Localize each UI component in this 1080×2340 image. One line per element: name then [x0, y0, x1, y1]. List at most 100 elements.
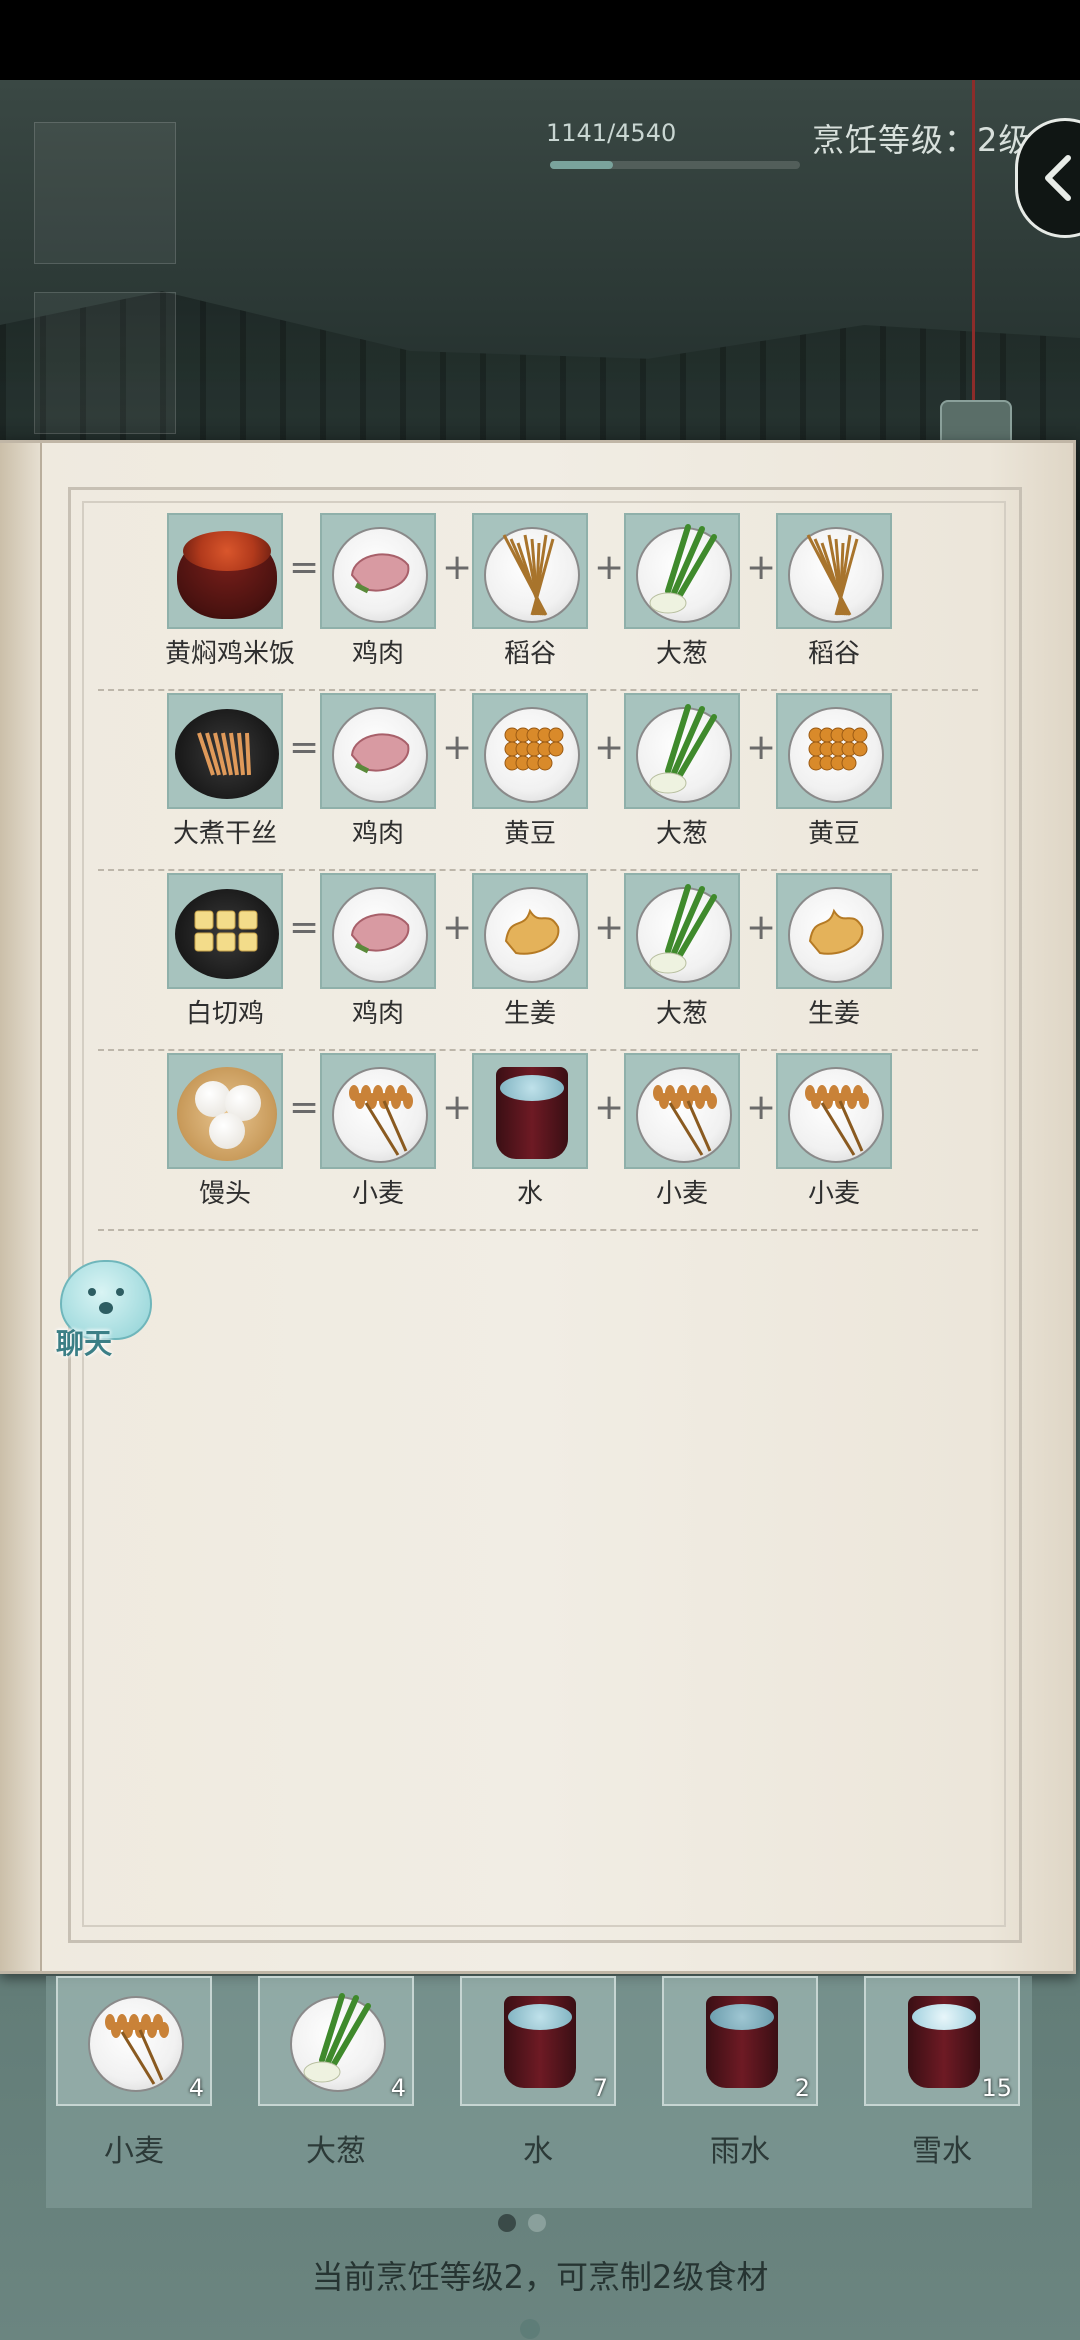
plus-sign: +	[594, 1087, 625, 1128]
recipe-divider	[98, 1049, 978, 1051]
ingredient-icon	[776, 693, 892, 809]
recipe-book: 黄焖鸡米饭 = 鸡肉 + 稻谷 + 大葱 + 稻谷 大煮干丝 = 鸡肉 + 黄豆 + 大葱 + 黄豆 白切鸡 = 鸡肉 +…	[0, 440, 1076, 2339]
inventory-page-dot[interactable]	[528, 2214, 546, 2232]
plus-sign: +	[594, 547, 625, 588]
ingredient-name: 鸡肉	[351, 999, 404, 1029]
ingredient-name: 小麦	[351, 1179, 404, 1209]
ingredient-icon	[624, 513, 740, 629]
ingredient-icon	[320, 873, 436, 989]
plus-sign: +	[746, 1087, 777, 1128]
ingredient-icon	[624, 693, 740, 809]
footer-message: 当前烹饪等级2，可烹制2级食材	[311, 2258, 769, 2296]
inventory-item-icon	[684, 1984, 800, 2100]
ingredient-cell[interactable]: 大葱	[622, 693, 742, 850]
recipe-row: 大煮干丝 = 鸡肉 + 黄豆 + 大葱 + 黄豆	[0, 693, 1076, 873]
ingredient-icon	[776, 873, 892, 989]
ingredient-cell[interactable]: 大葱	[622, 873, 742, 1030]
inventory-count: 2	[794, 2074, 810, 2102]
top-left-slot-2[interactable]	[34, 292, 176, 434]
top-left-slot-1[interactable]	[34, 122, 176, 264]
inventory-count: 7	[592, 2074, 608, 2102]
recipe-row: 白切鸡 = 鸡肉 + 生姜 + 大葱 + 生姜	[0, 873, 1076, 1053]
ingredient-cell[interactable]: 稻谷	[470, 513, 590, 670]
chat-button[interactable]: 聊天	[42, 1260, 154, 1360]
equals-sign: =	[289, 727, 320, 768]
ingredient-name: 鸡肉	[351, 639, 404, 669]
plus-sign: +	[746, 907, 777, 948]
inventory-slot[interactable]: 15	[864, 1976, 1020, 2106]
dish-name: 黄焖鸡米饭	[165, 639, 296, 669]
recipe-row: 馒头 = 小麦 + 水 + 小麦 + 小麦	[0, 1053, 1076, 1233]
ingredient-name: 小麦	[807, 1179, 860, 1209]
ingredient-name: 大葱	[655, 999, 708, 1029]
dish-cell[interactable]: 大煮干丝	[165, 693, 285, 850]
plus-sign: +	[746, 547, 777, 588]
dish-name: 白切鸡	[185, 999, 264, 1029]
dish-cell[interactable]: 馒头	[165, 1053, 285, 1210]
inventory-slot[interactable]: 7	[460, 1976, 616, 2106]
chat-label: 聊天	[56, 1327, 113, 1360]
ingredient-cell[interactable]: 小麦	[318, 1053, 438, 1210]
ingredient-cell[interactable]: 鸡肉	[318, 513, 438, 670]
inventory-item-name: 雨水	[710, 2134, 770, 2169]
plus-sign: +	[442, 1087, 473, 1128]
ingredient-icon	[320, 693, 436, 809]
ingredient-icon	[624, 873, 740, 989]
dish-name: 大煮干丝	[172, 819, 277, 849]
ingredient-name: 鸡肉	[351, 819, 404, 849]
inventory-page-dot[interactable]	[498, 2214, 516, 2232]
ingredient-cell[interactable]: 生姜	[470, 873, 590, 1030]
recipe-row: 黄焖鸡米饭 = 鸡肉 + 稻谷 + 大葱 + 稻谷	[0, 513, 1076, 693]
experience-progress: 1141/4540 烹饪等级：2级	[540, 115, 1060, 175]
ingredient-cell[interactable]: 黄豆	[470, 693, 590, 850]
recipe-divider	[98, 1229, 978, 1231]
ingredient-cell[interactable]: 生姜	[774, 873, 894, 1030]
ingredient-icon	[776, 1053, 892, 1169]
dish-icon	[167, 873, 283, 989]
inventory-item-name: 水	[523, 2134, 553, 2169]
equals-sign: =	[289, 1087, 320, 1128]
plus-sign: +	[442, 907, 473, 948]
ingredient-cell[interactable]: 鸡肉	[318, 693, 438, 850]
inventory-count: 4	[390, 2074, 406, 2102]
ingredient-name: 黄豆	[807, 819, 860, 849]
ingredient-cell[interactable]: 鸡肉	[318, 873, 438, 1030]
plus-sign: +	[594, 907, 625, 948]
ingredient-inventory: 4 小麦 4 大葱 7 水 2 雨水 15 雪水	[46, 1976, 1032, 2208]
ingredient-name: 大葱	[655, 819, 708, 849]
inventory-item-name: 大葱	[306, 2134, 366, 2169]
status-bar	[0, 0, 1080, 80]
ingredient-cell[interactable]: 小麦	[622, 1053, 742, 1210]
hanging-string	[972, 80, 975, 410]
ingredient-name: 黄豆	[503, 819, 556, 849]
ingredient-name: 小麦	[655, 1179, 708, 1209]
experience-bar	[550, 161, 800, 169]
ingredient-icon	[472, 1053, 588, 1169]
plus-sign: +	[746, 727, 777, 768]
inventory-slot[interactable]: 4	[56, 1976, 212, 2106]
dish-name: 馒头	[198, 1179, 251, 1209]
ingredient-cell[interactable]: 大葱	[622, 513, 742, 670]
equals-sign: =	[289, 547, 320, 588]
inventory-slot[interactable]: 4	[258, 1976, 414, 2106]
ingredient-cell[interactable]: 黄豆	[774, 693, 894, 850]
ingredient-icon	[320, 513, 436, 629]
dish-cell[interactable]: 黄焖鸡米饭	[165, 513, 296, 670]
dish-icon	[167, 693, 283, 809]
ingredient-name: 稻谷	[807, 639, 860, 669]
ingredient-name: 生姜	[503, 999, 556, 1029]
inventory-slot[interactable]: 2	[662, 1976, 818, 2106]
dish-icon	[167, 1053, 283, 1169]
plus-sign: +	[442, 547, 473, 588]
equals-sign: =	[289, 907, 320, 948]
inventory-count: 15	[981, 2074, 1012, 2102]
dish-cell[interactable]: 白切鸡	[165, 873, 285, 1030]
ingredient-cell[interactable]: 水	[470, 1053, 590, 1210]
ingredient-cell[interactable]: 稻谷	[774, 513, 894, 670]
inventory-count: 4	[188, 2074, 204, 2102]
cooking-level-text: 烹饪等级：2级	[812, 121, 1032, 159]
inventory-item-name: 小麦	[104, 2134, 164, 2169]
plus-sign: +	[442, 727, 473, 768]
ingredient-cell[interactable]: 小麦	[774, 1053, 894, 1210]
ingredient-name: 大葱	[655, 639, 708, 669]
